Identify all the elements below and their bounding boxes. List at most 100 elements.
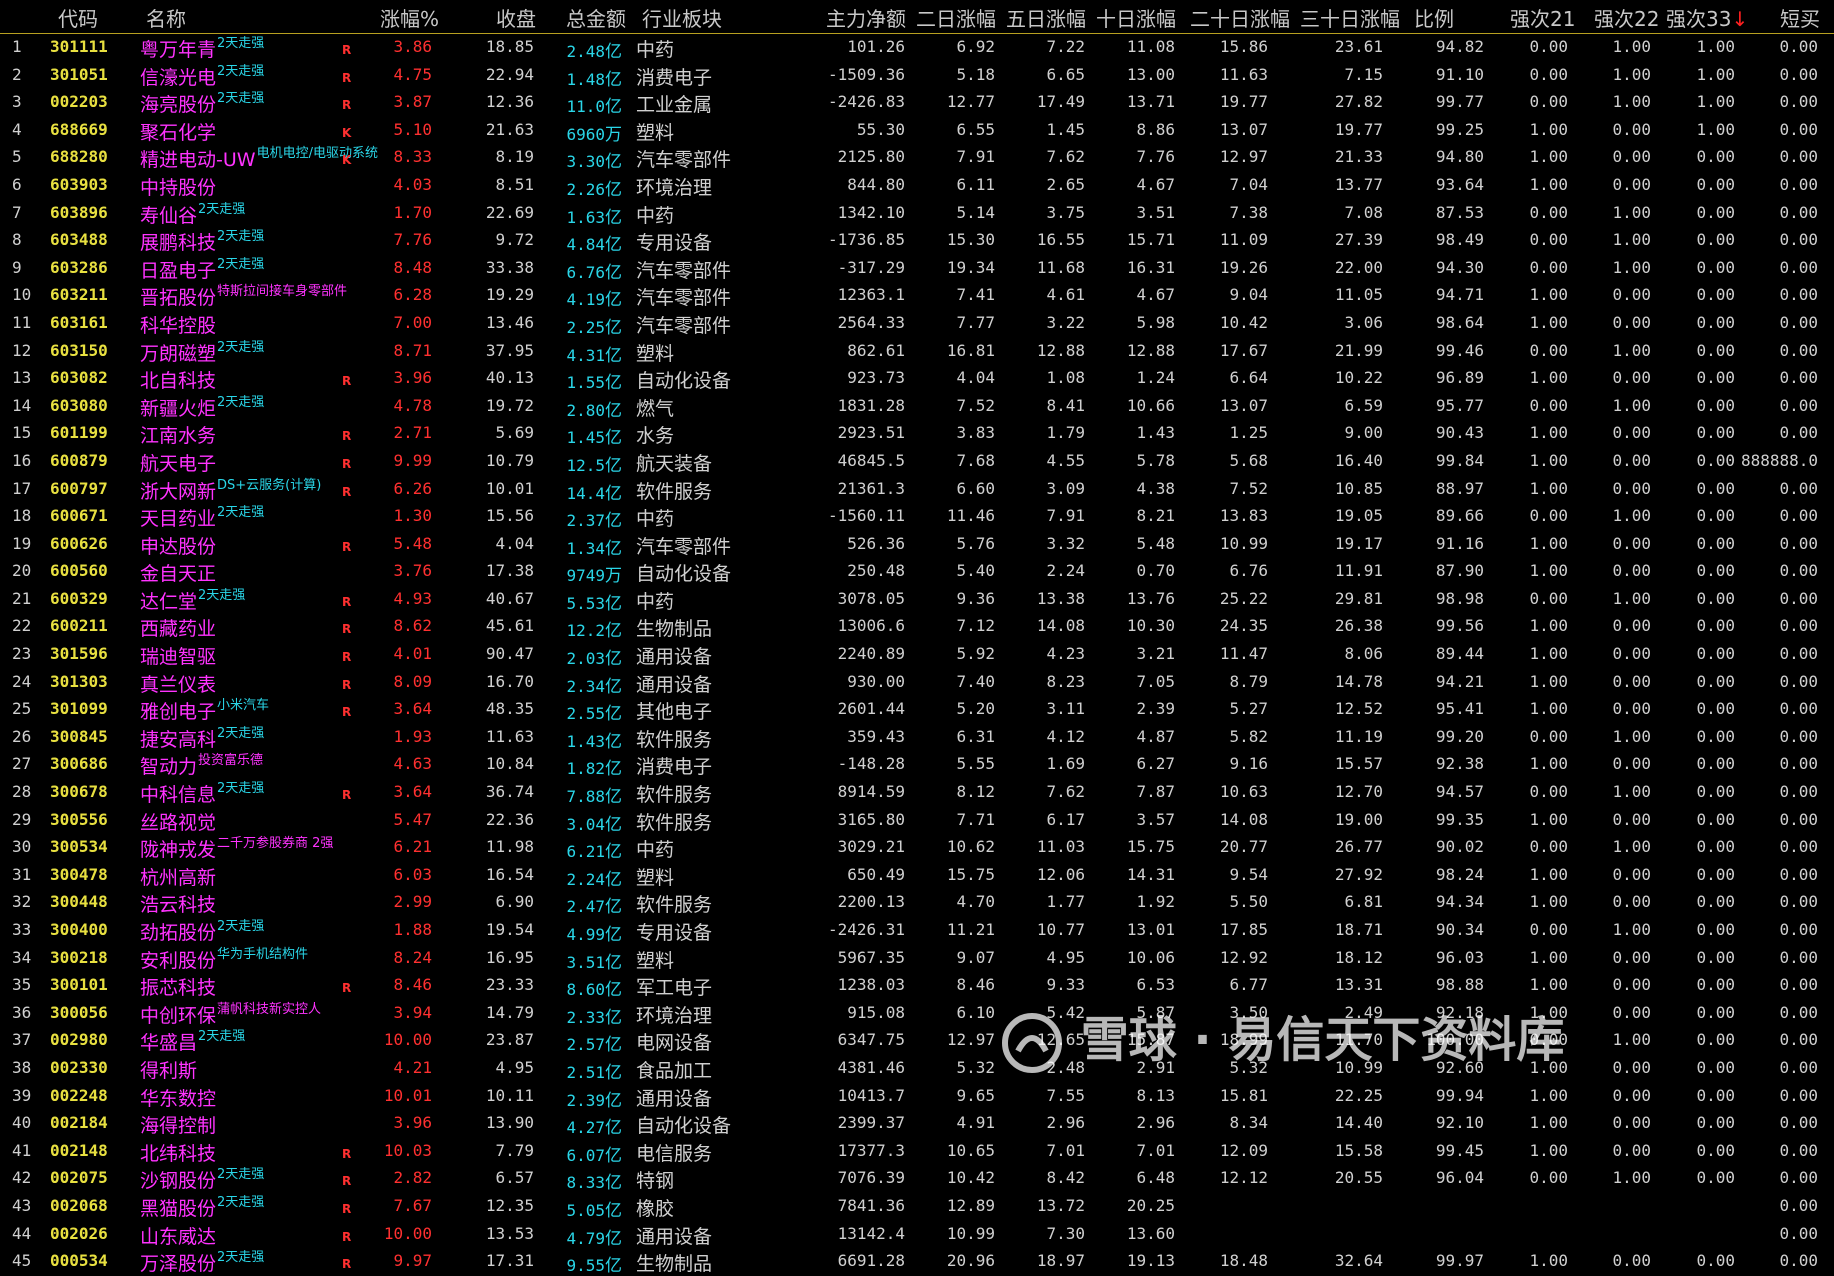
col-d5-header[interactable]: 五日涨幅 — [1006, 3, 1086, 32]
table-row[interactable]: 15 601199 江南水务 R 2.71 5.69 1.45亿 水务 2923.51 3.83 1… — [0, 420, 1834, 448]
stock-name[interactable]: 江南水务 — [140, 421, 216, 448]
table-row[interactable]: 32 300448 浩云科技 2.99 6.90 2.47亿 软件服务 2200.13 4.70… — [0, 889, 1834, 917]
stock-name[interactable]: 得利斯 — [140, 1056, 197, 1083]
stock-name[interactable]: 海亮股份 — [140, 90, 216, 117]
table-row[interactable]: 4 688669 聚石化学 K 5.10 21.63 6960万 塑料 55.30 6.55 1.4… — [0, 117, 1834, 145]
stock-name[interactable]: 丝路视觉 — [140, 808, 216, 835]
table-row[interactable]: 19 600626 申达股份 R 5.48 4.04 1.34亿 汽车零部件 526.36 5.7… — [0, 531, 1834, 559]
col-amount-header[interactable]: 总金额 — [566, 3, 626, 32]
table-row[interactable]: 28 300678 中科信息 2天走强 R 3.64 36.74 7.88亿 软件服务 8914.… — [0, 779, 1834, 807]
stock-name[interactable]: 浙大网新 — [140, 477, 216, 504]
stock-name[interactable]: 华盛昌 — [140, 1028, 197, 1055]
table-row[interactable]: 25 301099 雅创电子 小米汽车 R 3.64 48.35 2.55亿 其他电子 2601.… — [0, 696, 1834, 724]
table-row[interactable]: 22 600211 西藏药业 R 8.62 45.61 12.2亿 生物制品 13006.6 7.… — [0, 613, 1834, 641]
col-s21-header[interactable]: 强次21 — [1510, 3, 1575, 32]
table-row[interactable]: 11 603161 科华控股 7.00 13.46 2.25亿 汽车零部件 2564.33 7.… — [0, 310, 1834, 338]
table-row[interactable]: 29 300556 丝路视觉 5.47 22.36 3.04亿 软件服务 3165.80 7.7… — [0, 807, 1834, 835]
stock-name[interactable]: 雅创电子 — [140, 697, 216, 724]
table-row[interactable]: 14 603080 新疆火炬 2天走强 4.78 19.72 2.80亿 燃气 1831.28 7… — [0, 393, 1834, 421]
stock-name[interactable]: 科华控股 — [140, 311, 216, 338]
stock-name[interactable]: 航天电子 — [140, 449, 216, 476]
table-row[interactable]: 16 600879 航天电子 R 9.99 10.79 12.5亿 航天装备 46845.5 7.… — [0, 448, 1834, 476]
table-row[interactable]: 43 002068 黑猫股份 2天走强 R 7.67 12.35 5.05亿 橡胶 7841.36… — [0, 1193, 1834, 1221]
stock-name[interactable]: 陇神戎发 — [140, 835, 216, 862]
stock-name[interactable]: 真兰仪表 — [140, 670, 216, 697]
stock-name[interactable]: 金自天正 — [140, 559, 216, 586]
stock-name[interactable]: 中创环保 — [140, 1001, 216, 1028]
table-row[interactable]: 23 301596 瑞迪智驱 R 4.01 90.47 2.03亿 通用设备 2240.89 5.… — [0, 641, 1834, 669]
table-row[interactable]: 40 002184 海得控制 3.96 13.90 4.27亿 自动化设备 2399.37 4.… — [0, 1110, 1834, 1138]
stock-name[interactable]: 精进电动-UW — [140, 145, 256, 172]
stock-name[interactable]: 北纬科技 — [140, 1139, 216, 1166]
stock-name[interactable]: 捷安高科 — [140, 725, 216, 752]
stock-name[interactable]: 粤万年青 — [140, 35, 216, 62]
col-mainnet-header[interactable]: 主力净额 — [826, 3, 906, 32]
col-name-header[interactable]: 名称 — [146, 3, 186, 32]
table-row[interactable]: 26 300845 捷安高科 2天走强 1.93 11.63 1.43亿 软件服务 359.43… — [0, 724, 1834, 752]
table-row[interactable]: 44 002026 山东威达 R 10.00 13.53 4.79亿 通用设备 13142.4 1… — [0, 1221, 1834, 1249]
stock-name[interactable]: 海得控制 — [140, 1111, 216, 1138]
table-row[interactable]: 35 300101 振芯科技 R 8.46 23.33 8.60亿 军工电子 1238.03 8.… — [0, 972, 1834, 1000]
table-row[interactable]: 33 300400 劲拓股份 2天走强 1.88 19.54 4.99亿 专用设备 -2426.… — [0, 917, 1834, 945]
table-row[interactable]: 27 300686 智动力 投资富乐德 4.63 10.84 1.82亿 消费电子 -148.2… — [0, 751, 1834, 779]
stock-name[interactable]: 中科信息 — [140, 780, 216, 807]
stock-name[interactable]: 沙钢股份 — [140, 1166, 216, 1193]
stock-name[interactable]: 新疆火炬 — [140, 394, 216, 421]
stock-name[interactable]: 智动力 — [140, 752, 197, 779]
table-row[interactable]: 8 603488 展鹏科技 2天走强 7.76 9.72 4.84亿 专用设备 -1736.85… — [0, 227, 1834, 255]
stock-name[interactable]: 天目药业 — [140, 504, 216, 531]
stock-name[interactable]: 山东威达 — [140, 1222, 216, 1249]
col-shortbuy-header[interactable]: 短买 — [1780, 3, 1820, 32]
col-d2-header[interactable]: 二日涨幅 — [916, 3, 996, 32]
stock-name[interactable]: 劲拓股份 — [140, 918, 216, 945]
table-row[interactable]: 24 301303 真兰仪表 R 8.09 16.70 2.34亿 通用设备 930.00 7.4… — [0, 669, 1834, 697]
table-row[interactable]: 9 603286 日盈电子 2天走强 8.48 33.38 6.76亿 汽车零部件 -317.2… — [0, 255, 1834, 283]
table-row[interactable]: 10 603211 晋拓股份 特斯拉间接车身零部件 6.28 19.29 4.19亿 汽车零部… — [0, 282, 1834, 310]
col-pct-header[interactable]: 涨幅% — [380, 3, 439, 32]
stock-name[interactable]: 振芯科技 — [140, 973, 216, 1000]
table-row[interactable]: 12 603150 万朗磁塑 2天走强 8.71 37.95 4.31亿 塑料 862.61 16… — [0, 338, 1834, 366]
table-row[interactable]: 13 603082 北自科技 R 3.96 40.13 1.55亿 自动化设备 923.73 4.… — [0, 365, 1834, 393]
table-row[interactable]: 7 603896 寿仙谷 2天走强 1.70 22.69 1.63亿 中药 1342.10 5.1… — [0, 200, 1834, 228]
col-code-header[interactable]: 代码 — [58, 3, 98, 32]
table-row[interactable]: 34 300218 安利股份 华为手机结构件 8.24 16.95 3.51亿 塑料 5967.… — [0, 945, 1834, 973]
stock-name[interactable]: 瑞迪智驱 — [140, 642, 216, 669]
col-s22-header[interactable]: 强次22 — [1594, 3, 1659, 32]
table-row[interactable]: 20 600560 金自天正 3.76 17.38 9749万 自动化设备 250.48 5.4… — [0, 558, 1834, 586]
stock-name[interactable]: 安利股份 — [140, 946, 216, 973]
stock-name[interactable]: 浩云科技 — [140, 890, 216, 917]
table-row[interactable]: 6 603903 中持股份 4.03 8.51 2.26亿 环境治理 844.80 6.11 2.… — [0, 172, 1834, 200]
stock-name[interactable]: 信濠光电 — [140, 63, 216, 90]
stock-name[interactable]: 中持股份 — [140, 173, 216, 200]
table-row[interactable]: 5 688280 精进电动-UW 电机电控/电驱动系统 K 8.33 8.19 3.30亿 汽车… — [0, 144, 1834, 172]
col-d20-header[interactable]: 二十日涨幅 — [1190, 3, 1290, 32]
table-row[interactable]: 45 000534 万泽股份 2天走强 R 9.97 17.31 9.55亿 生物制品 6691.… — [0, 1248, 1834, 1276]
stock-name[interactable]: 日盈电子 — [140, 256, 216, 283]
col-close-header[interactable]: 收盘 — [496, 3, 536, 32]
table-row[interactable]: 21 600329 达仁堂 2天走强 R 4.93 40.67 5.53亿 中药 3078.05 9… — [0, 586, 1834, 614]
stock-name[interactable]: 晋拓股份 — [140, 283, 216, 310]
stock-name[interactable]: 北自科技 — [140, 366, 216, 393]
stock-name[interactable]: 申达股份 — [140, 532, 216, 559]
table-row[interactable]: 41 002148 北纬科技 R 10.03 7.79 6.07亿 电信服务 17377.3 10… — [0, 1138, 1834, 1166]
col-industry-header[interactable]: 行业板块 — [642, 3, 722, 32]
stock-name[interactable]: 万泽股份 — [140, 1249, 216, 1276]
stock-name[interactable]: 达仁堂 — [140, 587, 197, 614]
table-row[interactable]: 17 600797 浙大网新 DS+云服务(计算) R 6.26 10.01 14.4亿 软件服… — [0, 476, 1834, 504]
stock-name[interactable]: 黑猫股份 — [140, 1194, 216, 1221]
table-row[interactable]: 1 301111 粤万年青 2天走强 R 3.86 18.85 2.48亿 中药 101.26 6.… — [0, 34, 1834, 62]
stock-name[interactable]: 寿仙谷 — [140, 201, 197, 228]
table-row[interactable]: 39 002248 华东数控 10.01 10.11 2.39亿 通用设备 10413.7 9.… — [0, 1083, 1834, 1111]
col-d10-header[interactable]: 十日涨幅 — [1096, 3, 1176, 32]
table-row[interactable]: 2 301051 信濠光电 2天走强 R 4.75 22.94 1.48亿 消费电子 -1509.… — [0, 62, 1834, 90]
col-s33-header[interactable]: 强次33↓ — [1666, 3, 1748, 32]
table-row[interactable]: 18 600671 天目药业 2天走强 1.30 15.56 2.37亿 中药 -1560.11… — [0, 503, 1834, 531]
stock-name[interactable]: 聚石化学 — [140, 118, 216, 145]
table-row[interactable]: 31 300478 杭州高新 6.03 16.54 2.24亿 塑料 650.49 15.75 1… — [0, 862, 1834, 890]
stock-name[interactable]: 西藏药业 — [140, 614, 216, 641]
stock-name[interactable]: 展鹏科技 — [140, 228, 216, 255]
table-row[interactable]: 3 002203 海亮股份 2天走强 R 3.87 12.36 11.0亿 工业金属 -2426.… — [0, 89, 1834, 117]
stock-name[interactable]: 杭州高新 — [140, 863, 216, 890]
col-ratio-header[interactable]: 比例 — [1414, 3, 1454, 32]
table-row[interactable]: 42 002075 沙钢股份 2天走强 R 2.82 6.57 8.33亿 特钢 7076.39 1… — [0, 1165, 1834, 1193]
